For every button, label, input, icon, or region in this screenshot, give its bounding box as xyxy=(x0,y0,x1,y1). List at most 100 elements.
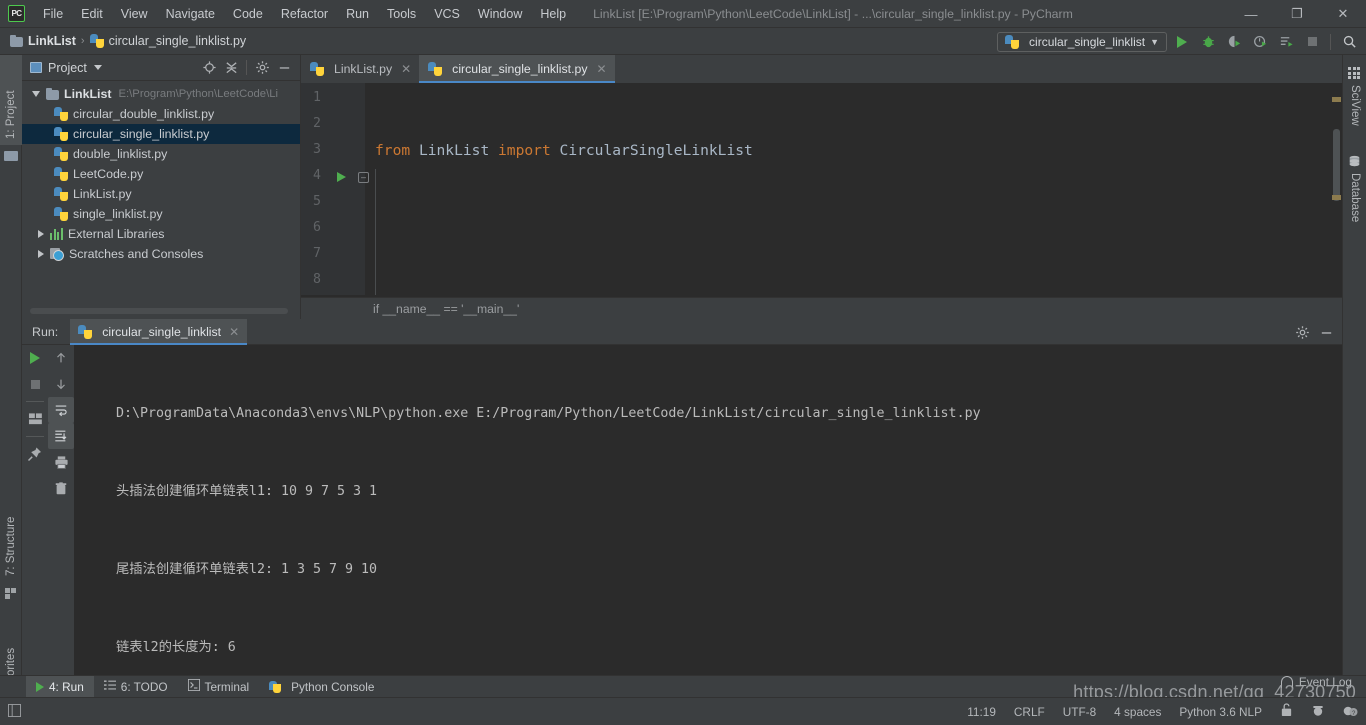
caret-position[interactable]: 11:19 xyxy=(967,705,996,719)
tree-row-scratches-and-consoles[interactable]: Scratches and Consoles xyxy=(22,244,300,264)
run-tests-button[interactable] xyxy=(1275,31,1297,53)
tab-circular-single-linklist-py[interactable]: circular_single_linklist.py ✕ xyxy=(419,55,615,83)
bottom-tab-terminal[interactable]: Terminal xyxy=(178,676,260,698)
gear-icon[interactable] xyxy=(1292,322,1312,342)
stop-button[interactable] xyxy=(22,371,48,397)
editor-scrollbar[interactable] xyxy=(1330,97,1342,323)
sidebar-item-database[interactable]: Database xyxy=(1344,173,1366,245)
menu-item-refactor[interactable]: Refactor xyxy=(272,4,337,24)
chevron-right-icon[interactable] xyxy=(38,250,44,258)
breadcrumb-root[interactable]: LinkList xyxy=(28,34,76,48)
close-icon[interactable]: ✕ xyxy=(401,62,411,76)
breadcrumb-file[interactable]: circular_single_linklist.py xyxy=(109,34,247,48)
bottom-tab-run[interactable]: 4: Run xyxy=(26,675,94,698)
menu-item-view[interactable]: View xyxy=(112,4,157,24)
print-button[interactable] xyxy=(48,449,74,475)
maximize-icon[interactable]: ❐ xyxy=(1274,0,1320,28)
python-interpreter[interactable]: Python 3.6 NLP xyxy=(1179,705,1262,719)
menu-item-navigate[interactable]: Navigate xyxy=(157,4,224,24)
search-button[interactable] xyxy=(1338,31,1360,53)
project-tree[interactable]: LinkList E:\Program\Python\LeetCode\Li c… xyxy=(22,81,300,264)
tree-row-circular-double-linklist[interactable]: circular_double_linklist.py xyxy=(22,104,300,124)
menu-item-file[interactable]: File xyxy=(34,4,72,24)
menu-bar[interactable]: File Edit View Navigate Code Refactor Ru… xyxy=(34,4,575,24)
close-icon[interactable]: ✕ xyxy=(597,62,607,76)
editor-gutter[interactable]: 1 2 3 4 5 6 7 8 – xyxy=(301,83,369,295)
bottom-tab-label: 4: Run xyxy=(49,679,84,694)
line-number: 5 xyxy=(313,194,321,209)
run-with-coverage-button[interactable] xyxy=(1223,31,1245,53)
editor-breadcrumb[interactable]: if __name__ == '__main__' xyxy=(301,297,1342,319)
pin-button[interactable] xyxy=(22,441,48,467)
menu-item-edit[interactable]: Edit xyxy=(72,4,112,24)
chevron-down-icon[interactable] xyxy=(93,65,102,70)
rerun-button[interactable] xyxy=(22,345,48,371)
code-editor[interactable]: 1 2 3 4 5 6 7 8 – from LinkList import C… xyxy=(301,83,1342,705)
console-output[interactable]: D:\ProgramData\Anaconda3\envs\NLP\python… xyxy=(74,345,1342,686)
file-encoding[interactable]: UTF-8 xyxy=(1063,705,1096,719)
debug-button[interactable] xyxy=(1197,31,1219,53)
run-tab-circular-single-linklist[interactable]: circular_single_linklist ✕ xyxy=(70,318,248,345)
scroll-to-end-button[interactable] xyxy=(48,423,74,449)
menu-label: File xyxy=(43,6,64,21)
restore-layout-button[interactable] xyxy=(22,406,48,432)
tree-row-circular-single-linklist[interactable]: circular_single_linklist.py xyxy=(22,124,300,144)
up-button[interactable] xyxy=(48,345,74,371)
lock-icon[interactable] xyxy=(1280,703,1293,720)
tree-row-leetcode[interactable]: LeetCode.py xyxy=(22,164,300,184)
close-icon[interactable]: ✕ xyxy=(229,325,239,339)
chevron-down-icon[interactable] xyxy=(32,91,40,97)
menu-item-vcs[interactable]: VCS xyxy=(425,4,469,24)
indent-setting[interactable]: 4 spaces xyxy=(1114,705,1161,719)
sidebar-item-sciview[interactable]: SciView xyxy=(1344,85,1366,147)
collapse-all-icon[interactable] xyxy=(221,58,241,78)
inspector-icon[interactable] xyxy=(1311,703,1325,720)
chevron-right-icon[interactable] xyxy=(38,230,44,238)
line-separator[interactable]: CRLF xyxy=(1014,705,1045,719)
clear-all-button[interactable] xyxy=(48,475,74,501)
tree-item-label: LinkList.py xyxy=(73,187,132,201)
stop-button[interactable] xyxy=(1301,31,1323,53)
hide-icon[interactable] xyxy=(274,58,294,78)
profile-button[interactable] xyxy=(1249,31,1271,53)
run-configuration-selector[interactable]: circular_single_linklist ▼ xyxy=(997,31,1167,52)
run-gutter-icon[interactable] xyxy=(337,172,346,182)
notifications-icon[interactable]: ? xyxy=(1343,703,1358,720)
bottom-tab-todo[interactable]: 6: TODO xyxy=(94,676,178,698)
python-icon xyxy=(269,680,282,693)
run-button[interactable] xyxy=(1171,31,1193,53)
close-icon[interactable]: ✕ xyxy=(1320,0,1366,28)
terminal-icon xyxy=(187,679,200,694)
event-log-indicator[interactable]: Event Log xyxy=(1280,675,1352,689)
menu-label: View xyxy=(120,6,148,21)
sidebar-item-project[interactable]: 1: Project xyxy=(0,55,22,145)
menu-item-tools[interactable]: Tools xyxy=(378,4,425,24)
menu-item-code[interactable]: Code xyxy=(224,4,272,24)
menu-item-window[interactable]: Window xyxy=(469,4,531,24)
hide-icon[interactable] xyxy=(1316,322,1336,342)
toolbar-divider xyxy=(1330,33,1331,50)
soft-wrap-button[interactable] xyxy=(48,397,74,423)
editor-scrollbar-thumb[interactable] xyxy=(1333,129,1340,201)
code-content[interactable]: from LinkList import CircularSingleLinkL… xyxy=(365,83,1342,705)
tree-row-double-linklist[interactable]: double_linklist.py xyxy=(22,144,300,164)
tree-row-external-libraries[interactable]: External Libraries xyxy=(22,224,300,244)
target-icon[interactable] xyxy=(199,58,219,78)
tab-linklist-py[interactable]: LinkList.py ✕ xyxy=(301,55,420,83)
bottom-tab-python-console[interactable]: Python Console xyxy=(259,676,384,698)
menu-item-help[interactable]: Help xyxy=(531,4,575,24)
debug-icon xyxy=(1202,36,1214,48)
chevron-down-icon: ▼ xyxy=(1150,36,1159,47)
tree-row-linklist-py[interactable]: LinkList.py xyxy=(22,184,300,204)
gear-icon[interactable] xyxy=(252,58,272,78)
project-horizontal-scrollbar[interactable] xyxy=(30,308,288,314)
tree-row-linklist[interactable]: LinkList E:\Program\Python\LeetCode\Li xyxy=(22,84,300,104)
editor-area: LinkList.py ✕ circular_single_linklist.p… xyxy=(301,55,1342,705)
sidebar-item-structure[interactable]: 7: Structure xyxy=(0,480,22,582)
tree-row-single-linklist[interactable]: single_linklist.py xyxy=(22,204,300,224)
minimize-icon[interactable]: — xyxy=(1228,0,1274,28)
toggle-sidebar-icon[interactable] xyxy=(8,703,21,720)
down-button[interactable] xyxy=(48,371,74,397)
window-controls: — ❐ ✕ xyxy=(1228,0,1366,28)
menu-item-run[interactable]: Run xyxy=(337,4,378,24)
